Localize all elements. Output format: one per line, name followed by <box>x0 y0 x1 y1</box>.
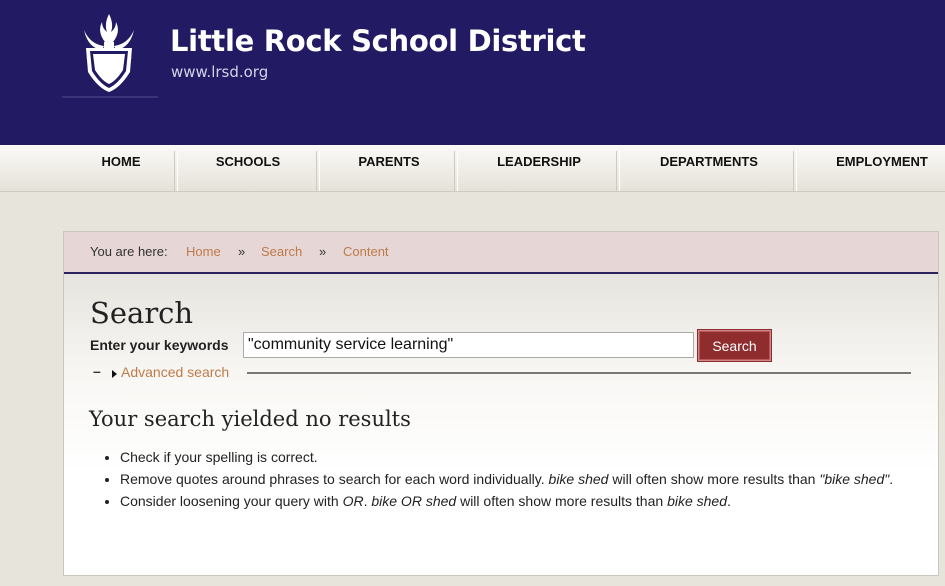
fieldset-divider <box>247 372 911 374</box>
main-nav: HOME SCHOOLS PARENTS LEADERSHIP DEPARTME… <box>0 145 945 192</box>
nav-item-parents[interactable]: PARENTS <box>320 145 458 191</box>
main-content: You are here: Home » Search » Content Se… <box>63 231 939 576</box>
breadcrumb-link-content[interactable]: Content <box>343 232 389 272</box>
nav-divider <box>793 151 797 191</box>
breadcrumb-separator: » <box>238 244 246 259</box>
torch-shield-logo-icon[interactable] <box>80 10 138 94</box>
list-item: Remove quotes around phrases to search f… <box>120 468 920 490</box>
tip-example: bike OR shed <box>371 493 457 509</box>
breadcrumb-link-home[interactable]: Home <box>186 232 221 272</box>
tip-example: OR <box>342 493 364 509</box>
tip-text: Consider loosening your query with <box>120 493 343 509</box>
nav-item-schools[interactable]: SCHOOLS <box>178 145 318 191</box>
breadcrumb: You are here: Home » Search » Content <box>64 232 938 274</box>
site-url[interactable]: www.lrsd.org <box>171 63 268 81</box>
nav-item-home[interactable]: HOME <box>70 145 172 191</box>
collapse-toggle-icon[interactable]: – <box>93 363 101 379</box>
tip-text: . <box>727 493 731 509</box>
tip-text: Remove quotes around phrases to search f… <box>120 471 549 487</box>
tip-example: bike shed <box>667 493 727 509</box>
no-results-heading: Your search yielded no results <box>89 407 411 431</box>
list-item: Consider loosening your query with OR. b… <box>120 490 920 512</box>
advanced-search-link[interactable]: Advanced search <box>121 364 229 380</box>
logo-underline <box>62 96 158 98</box>
tip-example: "bike shed" <box>819 471 890 487</box>
site-header: Little Rock School District www.lrsd.org <box>0 0 945 145</box>
tip-example: bike shed <box>548 471 609 487</box>
list-item: Check if your spelling is correct. <box>120 446 920 468</box>
keywords-label: Enter your keywords <box>90 337 229 353</box>
tip-text: will often show more results than <box>456 493 668 509</box>
tip-text: Check if your spelling is correct. <box>120 449 318 465</box>
breadcrumb-prefix: You are here: <box>90 244 168 259</box>
breadcrumb-separator: » <box>319 244 327 259</box>
tip-text: will often show more results than <box>608 471 820 487</box>
search-input[interactable] <box>243 332 694 358</box>
nav-item-leadership[interactable]: LEADERSHIP <box>458 145 620 191</box>
site-name[interactable]: Little Rock School District <box>170 24 586 58</box>
nav-item-employment[interactable]: EMPLOYMENT <box>822 145 942 191</box>
triangle-right-icon[interactable] <box>112 370 117 378</box>
tip-text: . <box>889 471 894 487</box>
breadcrumb-link-search[interactable]: Search <box>261 232 302 272</box>
nav-item-departments[interactable]: DEPARTMENTS <box>620 145 798 191</box>
search-tips-list: Check if your spelling is correct. Remov… <box>100 446 920 512</box>
advanced-search-toggle[interactable]: – Advanced search <box>90 363 911 383</box>
search-button[interactable]: Search <box>697 329 772 362</box>
page-title: Search <box>90 296 194 330</box>
